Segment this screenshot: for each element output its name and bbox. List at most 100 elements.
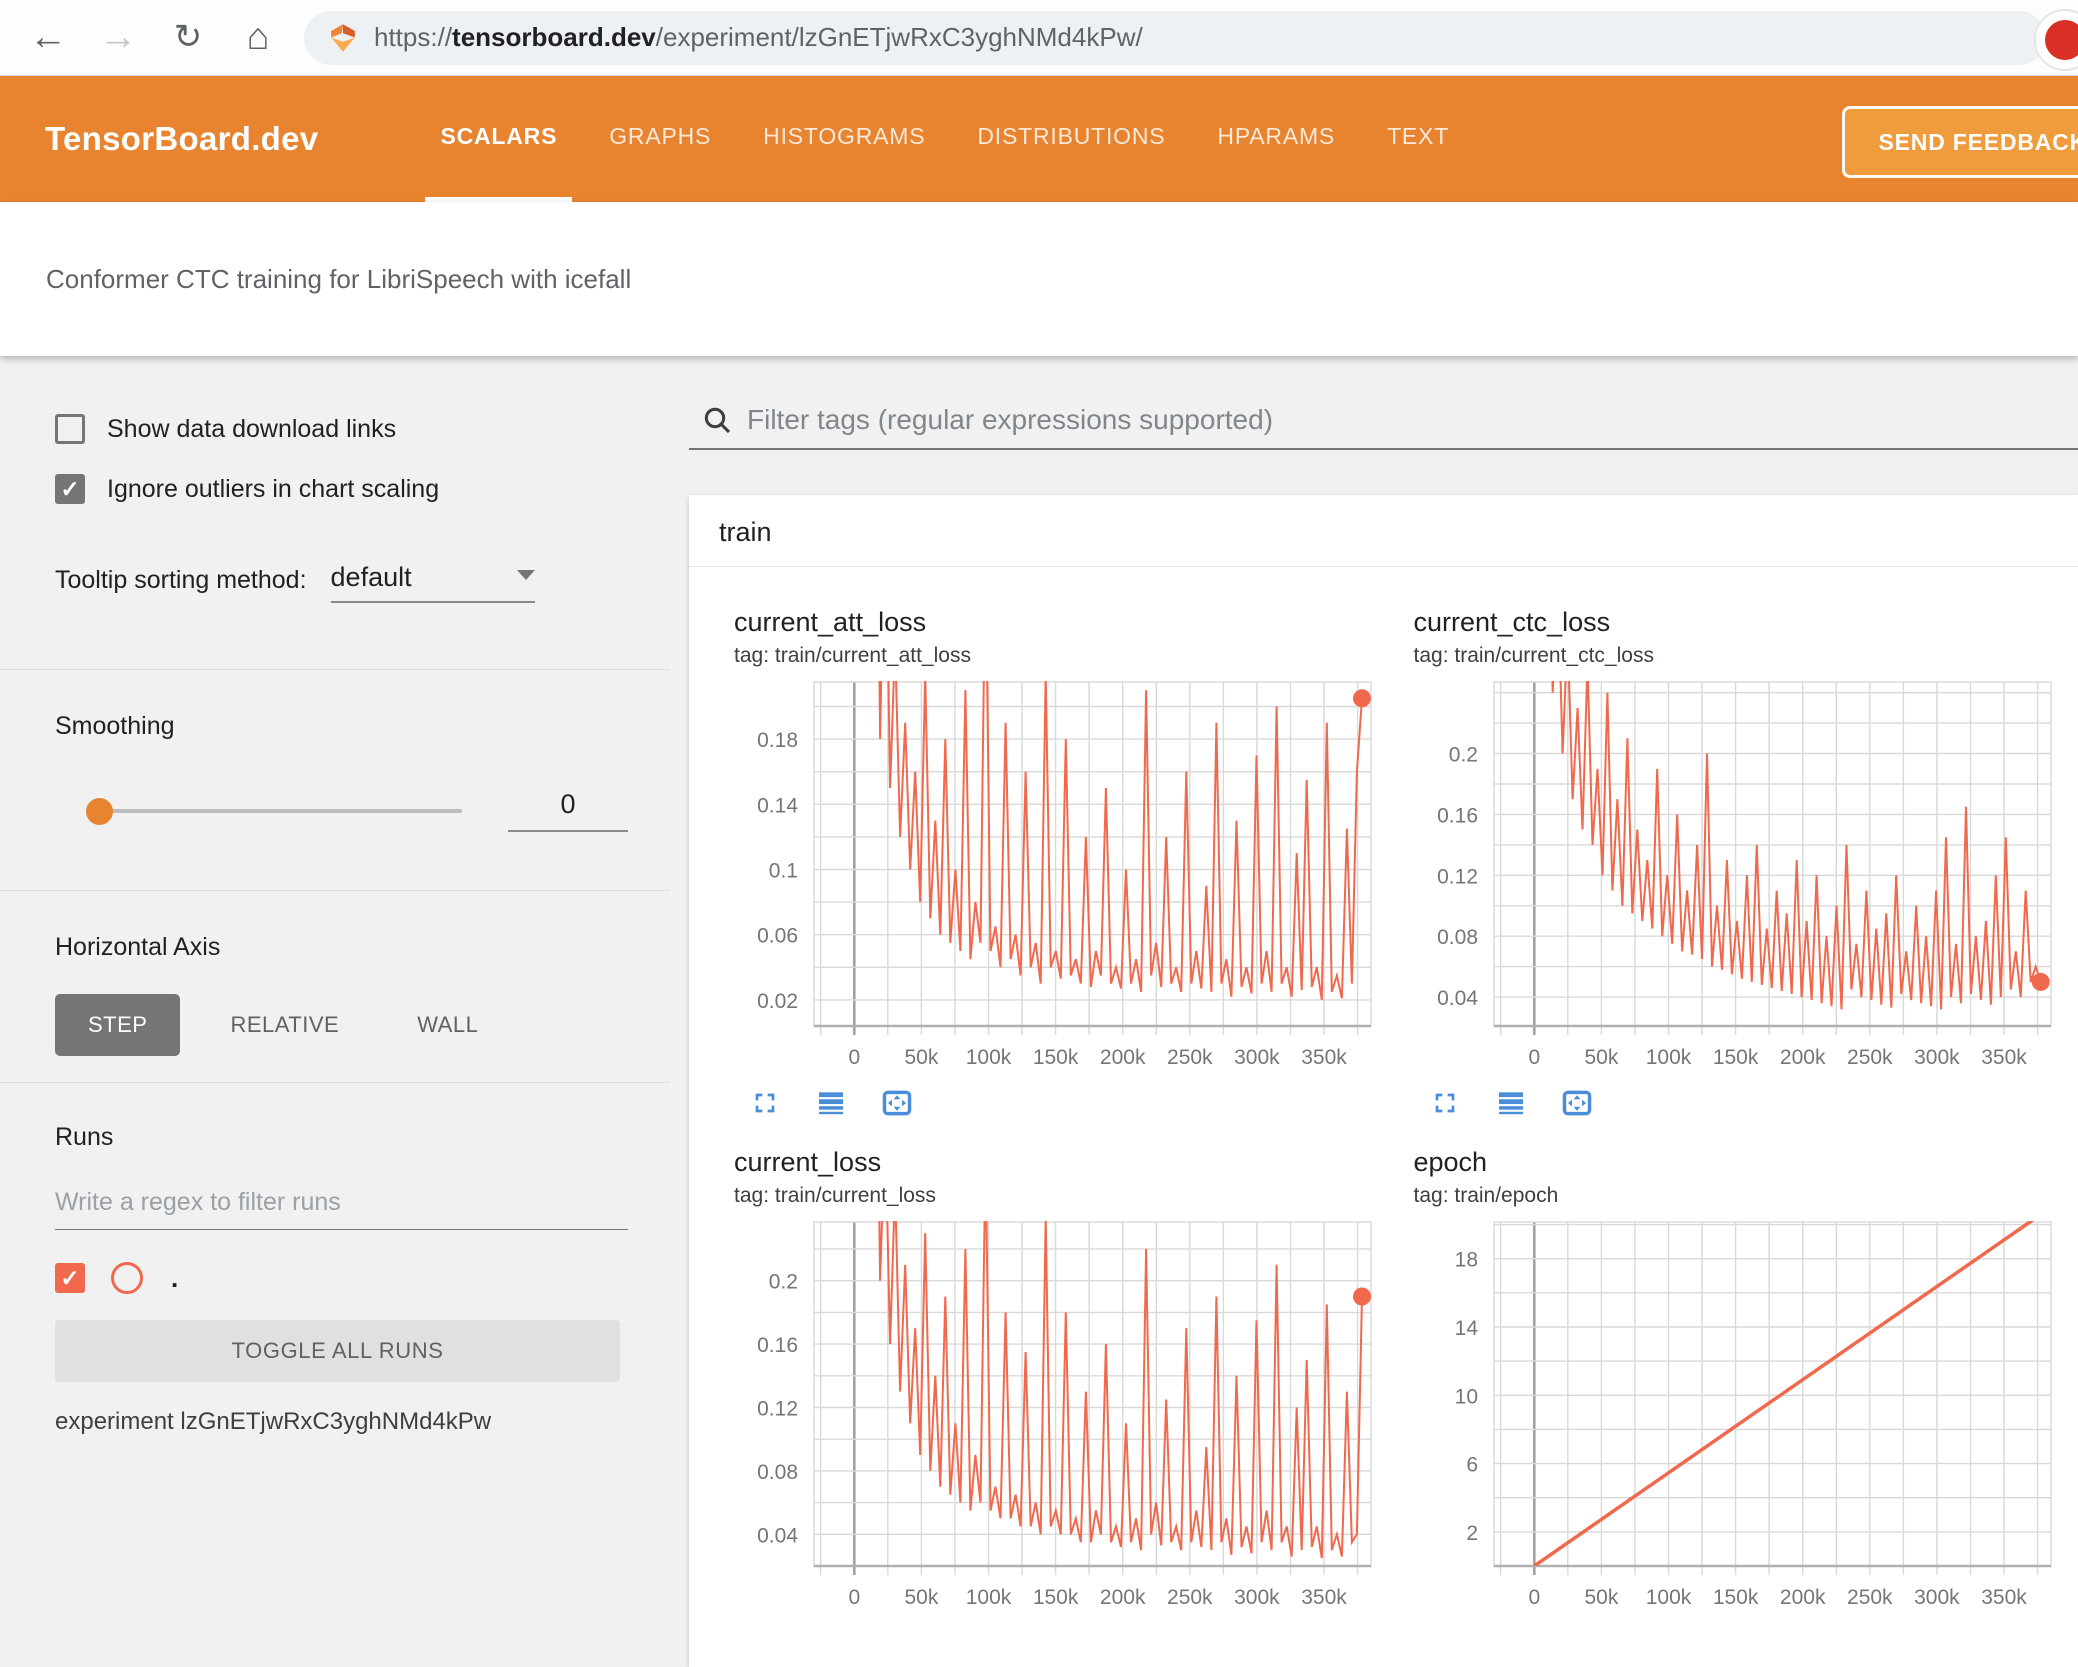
svg-text:50k: 50k [904,1046,938,1068]
chart-title: current_ctc_loss [1414,607,2078,638]
fullscreen-icon[interactable] [749,1087,781,1119]
svg-text:0.08: 0.08 [757,1461,798,1484]
chart-toolbar [749,1087,1399,1119]
runs-filter-input[interactable]: Write a regex to filter runs [55,1188,628,1230]
experiment-title-bar: Conformer CTC training for LibriSpeech w… [0,202,2078,356]
runs-heading: Runs [55,1123,628,1152]
svg-text:14: 14 [1454,1317,1478,1340]
charts-grid: current_att_loss tag: train/current_att_… [689,567,2078,1613]
main-panel: Filter tags (regular expressions support… [670,356,2078,1667]
tab-histograms[interactable]: HISTOGRAMS [748,76,940,202]
browser-profile-avatar[interactable] [2034,9,2078,71]
svg-text:250k: 250k [1847,1046,1893,1068]
wall-button[interactable]: WALL [389,994,506,1056]
svg-text:100k: 100k [1645,1046,1691,1068]
svg-text:0.04: 0.04 [1437,987,1478,1010]
checkbox-label: Show data download links [107,415,396,444]
filter-tags-placeholder: Filter tags (regular expressions support… [747,404,1273,436]
svg-text:0: 0 [1528,1586,1540,1608]
svg-text:50k: 50k [1584,1586,1618,1608]
back-icon[interactable]: ← [26,0,70,75]
show-download-links-checkbox[interactable]: Show data download links [55,408,628,450]
tooltip-sorting-value: default [331,562,412,593]
toggle-all-runs-button[interactable]: TOGGLE ALL RUNS [55,1320,620,1382]
svg-text:0.02: 0.02 [757,990,798,1013]
tab-hparams[interactable]: HPARAMS [1202,76,1350,202]
svg-text:100k: 100k [1645,1586,1691,1608]
svg-text:200k: 200k [1100,1046,1146,1068]
svg-text:350k: 350k [1301,1046,1347,1068]
ignore-outliers-checkbox[interactable]: Ignore outliers in chart scaling [55,468,628,510]
train-card: train current_att_loss tag: train/curren… [689,495,2078,1667]
fit-domain-icon[interactable] [881,1087,913,1119]
svg-text:200k: 200k [1779,1586,1825,1608]
relative-button[interactable]: RELATIVE [202,994,367,1056]
experiment-id-label: experiment lzGnETjwRxC3yghNMd4kPw [55,1408,628,1436]
tag-group-title[interactable]: train [689,495,2078,567]
send-feedback-button[interactable]: SEND FEEDBACK [1842,106,2078,178]
svg-text:0: 0 [1528,1046,1540,1068]
tab-text[interactable]: TEXT [1372,76,1464,202]
chart-plot[interactable]: 0.040.080.120.160.2050k100k150k200k250k3… [1399,678,2078,1073]
svg-text:250k: 250k [1847,1586,1893,1608]
svg-text:0: 0 [848,1046,860,1068]
chart-plot[interactable]: 26101418050k100k150k200k250k300k350k [1399,1218,2078,1613]
chart-plot[interactable]: 0.040.080.120.160.2050k100k150k200k250k3… [719,1218,1399,1613]
tab-scalars[interactable]: SCALARS [425,76,572,202]
svg-text:6: 6 [1466,1454,1478,1477]
chart-tag: tag: train/current_loss [734,1184,1399,1208]
chart-title: epoch [1414,1147,2078,1178]
smoothing-value-input[interactable]: 0 [508,789,628,832]
svg-text:0.12: 0.12 [757,1398,798,1421]
svg-text:0.16: 0.16 [1437,804,1478,827]
slider-thumb[interactable] [86,798,113,825]
chart-title: current_att_loss [734,607,1399,638]
tooltip-sorting-row: Tooltip sorting method: default [55,562,628,603]
svg-text:150k: 150k [1033,1046,1079,1068]
nav-tabs: SCALARS GRAPHS HISTOGRAMS DISTRIBUTIONS … [414,76,1475,202]
home-icon[interactable]: ⌂ [236,0,280,75]
log-scale-icon[interactable] [1495,1087,1527,1119]
reload-icon[interactable]: ↻ [166,0,210,75]
tooltip-sorting-select[interactable]: default [331,562,535,603]
search-icon [701,404,733,436]
svg-text:150k: 150k [1712,1586,1758,1608]
chart-tile-current-ctc-loss: current_ctc_loss tag: train/current_ctc_… [1399,607,2078,1119]
svg-text:200k: 200k [1779,1046,1825,1068]
svg-text:350k: 350k [1301,1586,1347,1608]
chart-toolbar [1429,1087,2078,1119]
tab-distributions[interactable]: DISTRIBUTIONS [962,76,1180,202]
chart-plot[interactable]: 0.020.060.10.140.18050k100k150k200k250k3… [719,678,1399,1073]
step-button[interactable]: STEP [55,994,180,1056]
forward-icon[interactable]: → [96,0,140,75]
log-scale-icon[interactable] [815,1087,847,1119]
run-checkbox[interactable] [55,1263,85,1293]
svg-text:100k: 100k [966,1046,1012,1068]
run-row[interactable]: . [55,1262,628,1294]
svg-text:200k: 200k [1100,1586,1146,1608]
svg-text:350k: 350k [1981,1046,2027,1068]
checkbox-checked-icon[interactable] [55,474,85,504]
tensorboard-favicon-icon [328,23,358,53]
content: Show data download links Ignore outliers… [0,356,2078,1667]
chart-tile-current-loss: current_loss tag: train/current_loss 0.0… [719,1147,1399,1613]
divider [0,669,670,670]
fit-domain-icon[interactable] [1561,1087,1593,1119]
chart-tile-epoch: epoch tag: train/epoch 26101418050k100k1… [1399,1147,2078,1613]
filter-tags-input[interactable]: Filter tags (regular expressions support… [689,404,2078,450]
url-text: https://tensorboard.dev/experiment/lzGnE… [374,22,1143,53]
svg-text:300k: 300k [1914,1046,1960,1068]
svg-text:0.16: 0.16 [757,1334,798,1357]
fullscreen-icon[interactable] [1429,1087,1461,1119]
checkbox-unchecked-icon[interactable] [55,414,85,444]
run-color-swatch-icon [111,1262,143,1294]
svg-text:0.2: 0.2 [1448,744,1477,767]
chart-tile-current-att-loss: current_att_loss tag: train/current_att_… [719,607,1399,1119]
run-name: . [171,1263,178,1294]
smoothing-slider[interactable] [89,809,462,813]
tab-graphs[interactable]: GRAPHS [594,76,726,202]
svg-text:250k: 250k [1167,1046,1213,1068]
horizontal-axis-buttons: STEP RELATIVE WALL [55,994,628,1056]
svg-text:10: 10 [1454,1385,1477,1408]
url-bar[interactable]: https://tensorboard.dev/experiment/lzGnE… [304,11,2046,65]
